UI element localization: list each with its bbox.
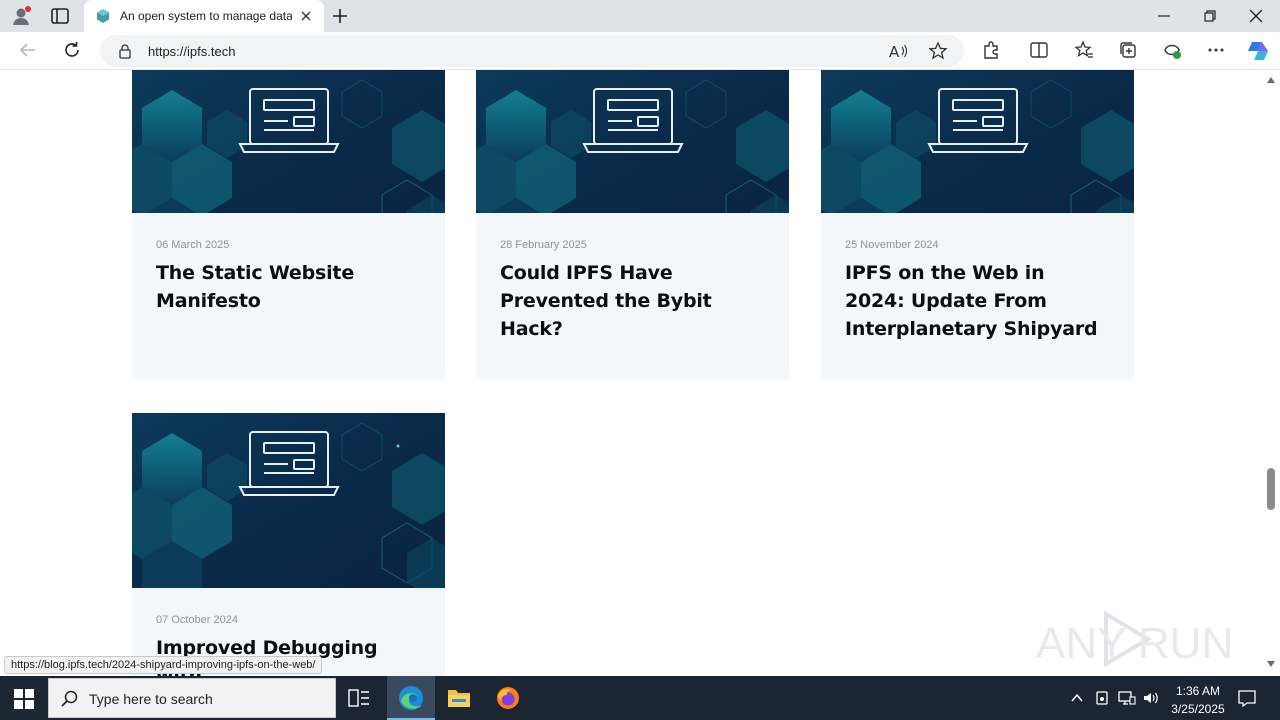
address-bar[interactable]: https://ipfs.tech A	[100, 35, 964, 67]
tab-active[interactable]: An open system to manage data	[84, 0, 324, 32]
tray-device-icon[interactable]	[1094, 690, 1110, 706]
card-date: 07 October 2024	[156, 614, 238, 626]
taskbar-search-box[interactable]: Type here to search	[48, 678, 336, 718]
minimize-icon[interactable]	[1156, 10, 1172, 22]
task-view-icon[interactable]	[348, 688, 370, 708]
browser-essentials-icon[interactable]	[1162, 40, 1182, 60]
search-placeholder: Type here to search	[89, 691, 213, 707]
taskbar-app-edge[interactable]	[387, 676, 435, 720]
blog-card[interactable]: 07 October 2024 Improved Debugging with	[132, 413, 445, 676]
collections-icon[interactable]	[1118, 40, 1138, 60]
add-favorite-icon[interactable]	[928, 41, 948, 61]
copilot-icon[interactable]	[1246, 39, 1270, 63]
card-date: 25 November 2024	[845, 239, 939, 251]
taskbar-app-firefox[interactable]	[484, 676, 532, 720]
card-date: 06 March 2025	[156, 239, 230, 251]
card-title[interactable]: Could IPFS Have Prevented the Bybit Hack…	[500, 259, 765, 343]
restore-icon[interactable]	[1202, 8, 1218, 24]
blog-card[interactable]: 25 November 2024 IPFS on the Web in 2024…	[821, 70, 1134, 380]
url-text[interactable]: https://ipfs.tech	[148, 44, 235, 59]
clock-date[interactable]: 3/25/2025	[1164, 702, 1232, 716]
network-icon[interactable]	[1118, 690, 1136, 706]
tab-title: An open system to manage data	[120, 9, 292, 23]
scroll-up-arrow-icon[interactable]	[1266, 76, 1276, 84]
card-thumbnail[interactable]	[821, 70, 1134, 213]
status-link-preview: https://blog.ipfs.tech/2024-shipyard-imp…	[4, 656, 323, 674]
window-close-icon[interactable]	[1248, 8, 1264, 24]
browser-titlebar: An open system to manage data	[0, 0, 1280, 32]
new-tab-icon[interactable]	[330, 6, 350, 26]
volume-icon[interactable]	[1142, 690, 1160, 706]
scrollbar-thumb[interactable]	[1267, 468, 1275, 510]
anyrun-logo-icon: ANY RUN	[1036, 610, 1233, 668]
extensions-icon[interactable]	[981, 40, 1001, 60]
card-date: 28 February 2025	[500, 239, 587, 251]
page-scrollbar[interactable]	[1262, 70, 1280, 676]
page-viewport: 06 March 2025 The Static Website Manifes…	[0, 70, 1262, 676]
anyrun-watermark: ANY RUN	[1036, 606, 1236, 672]
reload-icon[interactable]	[62, 40, 82, 60]
watermark-text: ANY RUN	[1036, 619, 1233, 668]
card-title[interactable]: The Static Website Manifesto	[156, 259, 421, 315]
folder-icon	[448, 690, 470, 707]
card-thumbnail[interactable]	[132, 413, 445, 588]
search-icon	[61, 690, 78, 707]
favorites-icon[interactable]	[1074, 40, 1094, 60]
read-aloud-icon[interactable]: A	[888, 42, 908, 60]
back-icon[interactable]	[18, 40, 38, 60]
card-thumbnail[interactable]	[476, 70, 789, 213]
card-title[interactable]: IPFS on the Web in 2024: Update From Int…	[845, 259, 1110, 343]
ipfs-favicon-icon	[97, 9, 109, 23]
card-thumbnail[interactable]	[132, 70, 445, 213]
windows-start-icon[interactable]	[14, 689, 34, 709]
edge-icon	[399, 686, 423, 710]
firefox-icon	[497, 687, 519, 709]
blog-card[interactable]: 06 March 2025 The Static Website Manifes…	[132, 70, 445, 380]
clock-time[interactable]: 1:36 AM	[1164, 684, 1232, 698]
tab-actions-icon[interactable]	[50, 7, 70, 25]
notification-center-icon[interactable]	[1238, 690, 1256, 707]
windows-taskbar: Type here to search 1:36 AM 3/25/2025	[0, 676, 1280, 720]
blog-card[interactable]: 28 February 2025 Could IPFS Have Prevent…	[476, 70, 789, 380]
profile-icon[interactable]	[10, 5, 32, 27]
tab-close-icon[interactable]	[298, 8, 314, 24]
more-menu-icon[interactable]	[1206, 40, 1226, 60]
lock-icon[interactable]	[118, 43, 132, 59]
taskbar-app-file-explorer[interactable]	[435, 676, 483, 720]
scroll-down-arrow-icon[interactable]	[1266, 660, 1276, 668]
svg-text:A: A	[889, 43, 900, 60]
split-screen-icon[interactable]	[1029, 40, 1049, 60]
tray-overflow-chevron-icon[interactable]	[1070, 692, 1084, 704]
